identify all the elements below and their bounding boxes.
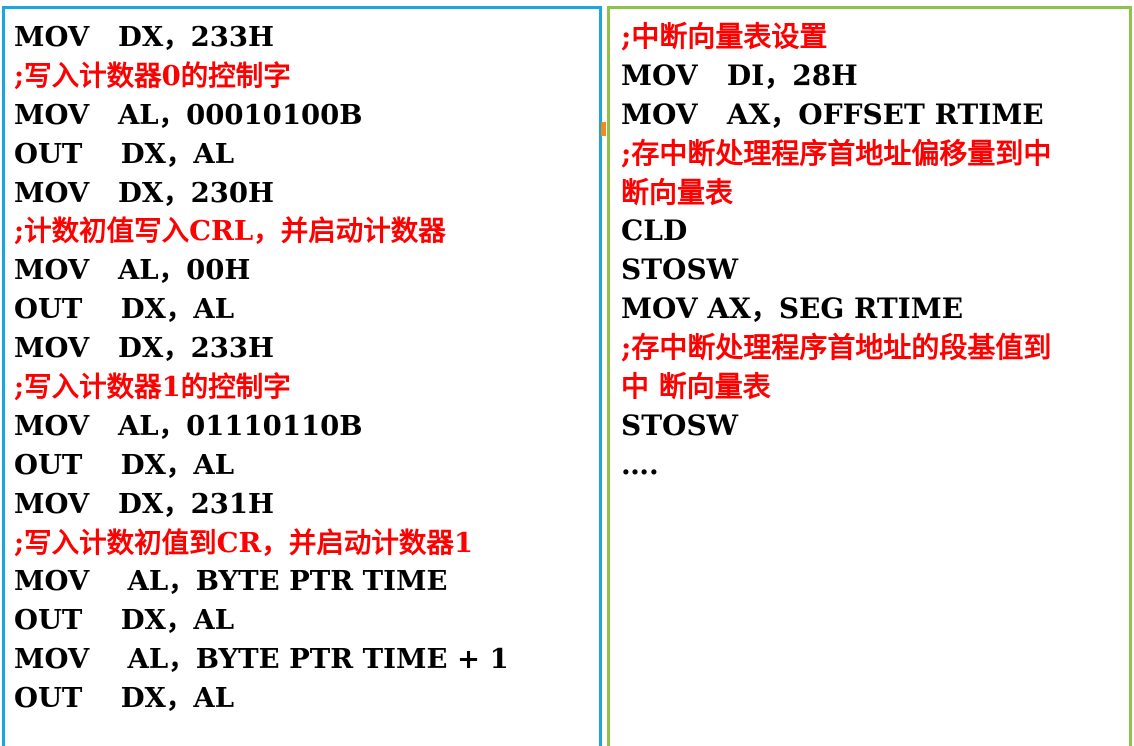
code-line: MOV AX，SEG RTIME — [621, 292, 964, 326]
code-line: OUT DX，AL — [14, 682, 235, 715]
code-line: OUT DX，AL — [14, 137, 235, 170]
code-line: STOSW — [621, 253, 739, 287]
code-line: MOV DX，231H — [14, 487, 275, 520]
comment-line: ;计数初值写入CRL，并启动计数器 — [14, 215, 446, 248]
code-line: MOV AX，OFFSET RTIME — [621, 97, 1044, 131]
code-line: MOV AL，00H — [14, 254, 251, 287]
code-line: OUT DX，AL — [14, 293, 235, 326]
code-line: OUT DX，AL — [14, 604, 235, 637]
comment-line: ;写入计数器1的控制字 — [14, 371, 291, 404]
comment-line: ;存中断处理程序首地址的段基值到 — [621, 331, 1052, 365]
left-code-lines: MOV DX，233H ;写入计数器0的控制字 MOV AL，00010100B… — [14, 18, 509, 718]
left-code-panel: MOV DX，233H ;写入计数器0的控制字 MOV AL，00010100B… — [2, 6, 602, 746]
comment-line: ;中断向量表设置 — [621, 20, 828, 53]
code-line: MOV DX，233H — [14, 21, 275, 53]
comment-line: ;写入计数器0的控制字 — [14, 59, 291, 92]
code-line: OUT DX，AL — [14, 448, 235, 481]
code-line: MOV AL，01110110B — [14, 409, 363, 442]
code-line: MOV DX，230H — [14, 176, 275, 209]
code-line: …. — [621, 447, 659, 481]
code-line: CLD — [621, 214, 688, 248]
comment-line: 中 断向量表 — [621, 370, 771, 404]
comment-line: ;存中断处理程序首地址偏移量到中 — [621, 136, 1052, 170]
code-line: MOV DX，233H — [14, 332, 275, 365]
right-code-panel: ;中断向量表设置 MOV DI，28H MOV AX，OFFSET RTIME … — [607, 6, 1132, 746]
comment-line: 断向量表 — [621, 175, 734, 209]
comment-line: ;写入计数初值到CR，并启动计数器1 — [14, 526, 474, 559]
code-line: MOV AL，BYTE PTR TIME — [14, 565, 448, 598]
code-line: MOV AL，00010100B — [14, 98, 363, 131]
code-line: STOSW — [621, 408, 739, 442]
divider-mark — [601, 122, 606, 136]
code-line: MOV AL，BYTE PTR TIME + 1 — [14, 643, 509, 676]
right-code-lines: ;中断向量表设置 MOV DI，28H MOV AX，OFFSET RTIME … — [621, 18, 1131, 485]
code-line: MOV DI，28H — [621, 58, 858, 92]
